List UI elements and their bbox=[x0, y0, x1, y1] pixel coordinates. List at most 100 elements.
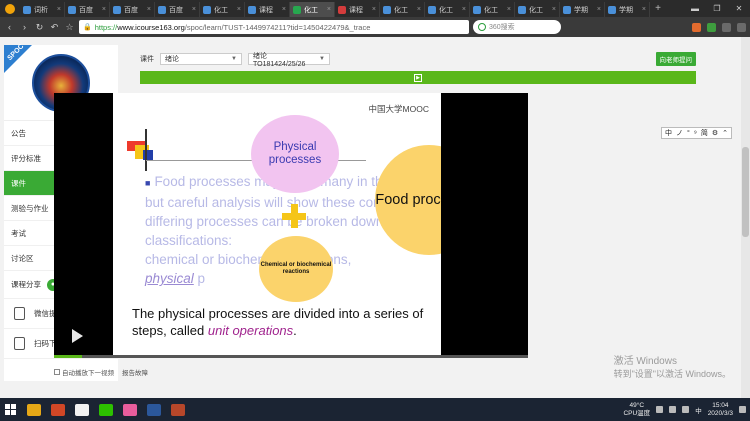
browser-tab[interactable]: 词析 × bbox=[20, 2, 65, 17]
ime-button[interactable]: ° bbox=[687, 130, 690, 137]
browser-tab[interactable]: 化工 × bbox=[425, 2, 470, 17]
browser-tab[interactable]: 课程 × bbox=[335, 2, 380, 17]
tab-close-icon[interactable]: × bbox=[372, 6, 376, 13]
tab-close-icon[interactable]: × bbox=[57, 6, 61, 13]
tab-close-icon[interactable]: × bbox=[327, 6, 331, 13]
courseware-content: 课件 绪论 ▼ 绪论TO181424/25/26 ▼ 向老师提问 ▶ bbox=[140, 52, 696, 84]
tab-favicon-icon bbox=[428, 5, 436, 14]
tray-icon[interactable] bbox=[656, 406, 664, 413]
ime-button[interactable]: 简 bbox=[701, 128, 708, 138]
undo-button[interactable]: ↶ bbox=[49, 22, 60, 33]
ask-teacher-button[interactable]: 向老师提问 bbox=[655, 52, 696, 66]
tab-list: 词析 × 百度 × 百度 × 百度 × 化工 × 课程 × 化工 × 课程 × 化工 × 化工 × 化工 × 化工 × 学期 × 学… bbox=[20, 0, 650, 17]
browser-tab[interactable]: 化工 × bbox=[200, 2, 245, 17]
file-explorer-icon[interactable] bbox=[27, 403, 41, 416]
document-icon[interactable] bbox=[75, 403, 89, 416]
minimize-icon[interactable]: ▬ bbox=[684, 4, 706, 13]
search-input[interactable]: 360搜索 bbox=[473, 20, 561, 34]
notification-icon[interactable] bbox=[739, 406, 746, 413]
browser-tab[interactable]: 百度 × bbox=[155, 2, 200, 17]
tab-close-icon[interactable]: × bbox=[102, 6, 106, 13]
input-language[interactable]: 中 bbox=[695, 405, 702, 415]
window-controls: ▬ ❐ ✕ bbox=[684, 4, 750, 13]
url-field[interactable]: 🔒 https:// www.icourse163.org /spoc/lear… bbox=[79, 20, 469, 34]
lesson-select[interactable]: 绪论TO181424/25/26 ▼ bbox=[248, 53, 330, 68]
browser-logo-icon[interactable] bbox=[0, 0, 20, 17]
autoplay-option[interactable]: 自动播放下一视频 bbox=[54, 367, 114, 377]
ime-button[interactable]: ⌃ bbox=[722, 129, 728, 137]
start-icon[interactable] bbox=[4, 404, 17, 416]
tab-label: 化工 bbox=[439, 6, 453, 14]
tab-close-icon[interactable]: × bbox=[192, 6, 196, 13]
extension-icon[interactable] bbox=[707, 22, 716, 32]
tab-close-icon[interactable]: × bbox=[597, 6, 601, 13]
media-player-icon[interactable] bbox=[171, 403, 185, 416]
browser-tab[interactable]: 课程 × bbox=[245, 2, 290, 17]
video-player[interactable]: 中国大学MOOC ■Food processes may seem many i… bbox=[54, 93, 528, 358]
browser-tab[interactable]: 百度 × bbox=[65, 2, 110, 17]
extension-icon[interactable] bbox=[722, 22, 731, 32]
page-scrollbar[interactable] bbox=[741, 37, 750, 398]
tab-close-icon[interactable]: × bbox=[282, 6, 286, 13]
browser-tab[interactable]: 学期 × bbox=[605, 2, 650, 17]
physical-processes-bubble: Physical processes bbox=[251, 115, 339, 193]
browser-tab[interactable]: 化工 × bbox=[470, 2, 515, 17]
url-path: /spoc/learn/TUST-1449974211?tid=14504224… bbox=[184, 22, 371, 32]
volume-icon[interactable] bbox=[682, 406, 690, 413]
report-link[interactable]: 报告故障 bbox=[122, 367, 148, 377]
network-icon[interactable] bbox=[669, 406, 677, 413]
play-icon[interactable] bbox=[72, 329, 83, 343]
ime-button[interactable]: ⚙ bbox=[712, 129, 718, 137]
browser-tab[interactable]: 化工 × bbox=[515, 2, 560, 17]
tab-close-icon[interactable]: × bbox=[507, 6, 511, 13]
reload-button[interactable]: ↻ bbox=[34, 22, 45, 33]
ime-button[interactable]: ノ bbox=[676, 128, 683, 138]
video-unit-icon[interactable]: ▶ bbox=[414, 73, 422, 82]
tab-close-icon[interactable]: × bbox=[237, 6, 241, 13]
powerpoint-icon[interactable] bbox=[51, 403, 65, 416]
maximize-icon[interactable]: ❐ bbox=[706, 4, 728, 13]
extension-icon[interactable] bbox=[692, 22, 701, 32]
tab-favicon-icon bbox=[608, 5, 616, 14]
back-button[interactable]: ‹ bbox=[4, 22, 15, 32]
autoplay-checkbox[interactable] bbox=[54, 369, 60, 375]
tab-close-icon[interactable]: × bbox=[417, 6, 421, 13]
slide-physical-word: physical bbox=[145, 271, 194, 286]
tab-favicon-icon bbox=[68, 5, 76, 14]
ime-button[interactable]: ⁹ bbox=[694, 130, 697, 137]
forward-button[interactable]: › bbox=[19, 22, 30, 32]
tab-close-icon[interactable]: × bbox=[552, 6, 556, 13]
chapter-select[interactable]: 绪论 ▼ bbox=[160, 53, 242, 65]
browser-tab[interactable]: 学期 × bbox=[560, 2, 605, 17]
tab-label: 课程 bbox=[349, 6, 363, 14]
search-placeholder: 360搜索 bbox=[489, 24, 515, 31]
favorite-icon[interactable]: ☆ bbox=[64, 22, 75, 33]
image-viewer-icon[interactable] bbox=[123, 403, 137, 416]
tab-close-icon[interactable]: × bbox=[462, 6, 466, 13]
bullet-icon: ■ bbox=[145, 178, 151, 188]
course-page: SPOC 公告评分标准课件测验与作业考试讨论区 课程分享 ● ● ● 微信提醒课… bbox=[0, 37, 741, 398]
browser-tab[interactable]: 化工 × bbox=[290, 2, 335, 17]
search-engine-icon bbox=[478, 23, 486, 31]
tab-close-icon[interactable]: × bbox=[642, 6, 646, 13]
browser-tab[interactable]: 化工 × bbox=[380, 2, 425, 17]
video-progress-bar[interactable] bbox=[54, 355, 528, 358]
wechat-icon[interactable] bbox=[99, 403, 113, 416]
tab-favicon-icon bbox=[248, 5, 256, 14]
tab-close-icon[interactable]: × bbox=[147, 6, 151, 13]
scrollbar-thumb[interactable] bbox=[742, 147, 749, 237]
browser-tab-strip: 词析 × 百度 × 百度 × 百度 × 化工 × 课程 × 化工 × 课程 × 化工 × 化工 × 化工 × 化工 × 学期 × 学… bbox=[0, 0, 750, 17]
tab-label: 化工 bbox=[529, 6, 543, 14]
ime-button[interactable]: 中 bbox=[665, 128, 672, 138]
clock-time: 15:04 bbox=[712, 401, 729, 409]
word-icon[interactable] bbox=[147, 403, 161, 416]
clock[interactable]: 15:04 2020/3/3 bbox=[708, 402, 733, 418]
close-icon[interactable]: ✕ bbox=[728, 4, 750, 13]
new-tab-button[interactable]: + bbox=[650, 3, 666, 14]
ime-toolbar[interactable]: 中ノ ° ⁹ 简 ⚙ ⌃ bbox=[661, 127, 732, 139]
toolbar-icons bbox=[692, 22, 746, 32]
lecture-slide: 中国大学MOOC ■Food processes may seem many i… bbox=[113, 93, 441, 356]
menu-icon[interactable] bbox=[737, 22, 746, 32]
plus-shape bbox=[291, 204, 298, 228]
browser-tab[interactable]: 百度 × bbox=[110, 2, 155, 17]
